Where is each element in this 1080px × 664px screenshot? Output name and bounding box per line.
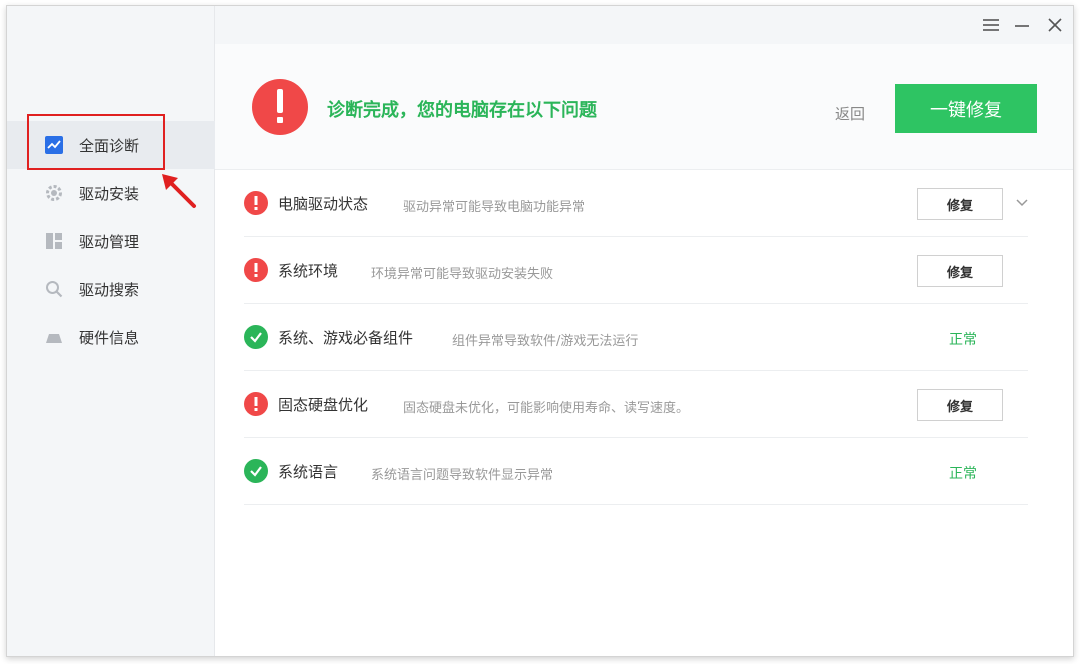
sidebar-item-hardware-info[interactable]: 硬件信息: [7, 313, 215, 361]
close-icon[interactable]: [1045, 15, 1065, 35]
row-title: 系统、游戏必备组件: [278, 329, 414, 347]
sidebar-item-full-diagnosis[interactable]: 全面诊断: [7, 121, 215, 169]
error-icon: [244, 392, 268, 416]
list-item: 电脑驱动状态 驱动异常可能导致电脑功能异常 修复: [244, 170, 1028, 237]
search-icon: [45, 280, 63, 298]
grid-icon: [45, 232, 63, 250]
gear-icon: [45, 184, 63, 202]
row-title: 系统语言: [278, 463, 339, 481]
row-title: 固态硬盘优化: [278, 396, 369, 414]
error-icon: [244, 258, 268, 282]
sidebar-item-driver-manage[interactable]: 驱动管理: [7, 217, 215, 265]
sidebar-item-label: 驱动管理: [79, 232, 140, 251]
diagnosis-header: 诊断完成，您的电脑存在以下问题 返回 一键修复: [215, 44, 1073, 170]
back-link[interactable]: 返回: [835, 103, 865, 124]
alert-icon: [252, 79, 308, 135]
list-item: 系统环境 环境异常可能导致驱动安装失败 修复: [244, 237, 1028, 304]
sidebar-item-label: 驱动安装: [79, 184, 140, 203]
row-desc: 驱动异常可能导致电脑功能异常: [403, 200, 586, 215]
row-desc: 组件异常导致软件/游戏无法运行: [452, 334, 639, 349]
repair-button[interactable]: 修复: [917, 188, 1003, 220]
status-normal: 正常: [949, 332, 977, 348]
sidebar-item-driver-search[interactable]: 驱动搜索: [7, 265, 215, 313]
menu-icon[interactable]: [981, 15, 1001, 35]
hardware-icon: [45, 328, 63, 346]
sidebar-item-label: 硬件信息: [79, 328, 140, 347]
check-icon: [244, 325, 268, 349]
fix-all-button[interactable]: 一键修复: [895, 84, 1037, 133]
minimize-icon[interactable]: [1012, 15, 1032, 35]
row-desc: 环境异常可能导致驱动安装失败: [371, 267, 554, 282]
row-desc: 固态硬盘未优化，可能影响使用寿命、读写速度。: [403, 401, 690, 416]
list-item: 固态硬盘优化 固态硬盘未优化，可能影响使用寿命、读写速度。 修复: [244, 371, 1028, 438]
sidebar-item-label: 全面诊断: [79, 136, 140, 155]
error-icon: [244, 191, 268, 215]
check-icon: [244, 459, 268, 483]
title-bar: [215, 6, 1073, 44]
list-item: 系统语言 系统语言问题导致软件显示异常 正常: [244, 438, 1028, 505]
repair-button[interactable]: 修复: [917, 255, 1003, 287]
sidebar: 全面诊断 驱动安装 驱动管理 驱动搜索 硬件信息: [7, 6, 215, 656]
sidebar-item-label: 驱动搜索: [79, 280, 140, 299]
red-arrow-icon: [162, 174, 196, 208]
chevron-down-icon[interactable]: [1014, 194, 1030, 210]
row-title: 电脑驱动状态: [278, 195, 369, 213]
row-desc: 系统语言问题导致软件显示异常: [371, 468, 554, 483]
list-item: 系统、游戏必备组件 组件异常导致软件/游戏无法运行 正常: [244, 304, 1028, 371]
row-title: 系统环境: [278, 262, 339, 280]
diagnosis-title: 诊断完成，您的电脑存在以下问题: [327, 100, 597, 121]
chart-icon: [45, 136, 63, 154]
status-normal: 正常: [949, 466, 977, 482]
repair-button[interactable]: 修复: [917, 389, 1003, 421]
